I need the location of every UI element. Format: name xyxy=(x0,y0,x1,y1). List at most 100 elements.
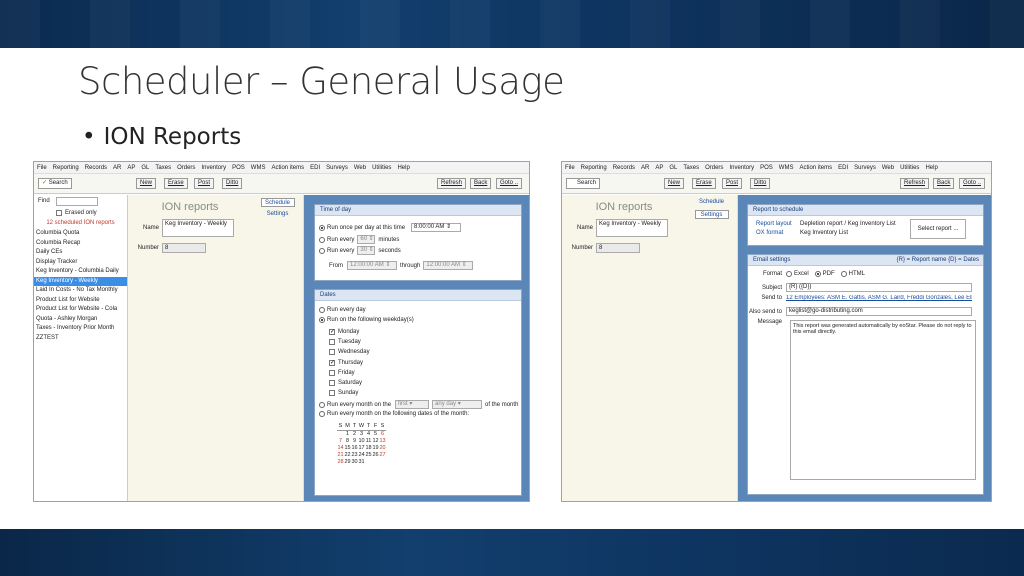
list-item[interactable]: Keg Inventory - Columbia Daily xyxy=(34,267,127,277)
message-textarea[interactable]: This report was generated automatically … xyxy=(790,320,976,480)
weekday-row[interactable]: Sunday xyxy=(329,388,370,398)
calendar-day[interactable]: 2 xyxy=(351,430,358,437)
refresh-button[interactable]: Refresh xyxy=(900,178,930,189)
back-button[interactable]: Back xyxy=(470,178,492,189)
also-send-to-field[interactable]: keglist@go-distributing.com xyxy=(786,307,972,316)
menu-item[interactable]: WMS xyxy=(251,165,266,171)
calendar-day[interactable]: 21 xyxy=(337,451,344,458)
calendar-day[interactable]: 17 xyxy=(358,444,365,451)
run-every-seconds-radio[interactable] xyxy=(319,247,325,254)
tab-schedule[interactable]: Schedule xyxy=(260,198,295,207)
calendar-day[interactable]: 26 xyxy=(372,451,379,458)
monthly-ordinal-select[interactable]: first ▾ xyxy=(395,400,430,409)
goto-button[interactable]: Goto .. xyxy=(959,178,986,189)
calendar-day[interactable]: 11 xyxy=(365,437,372,444)
menu-item[interactable]: GL xyxy=(141,165,149,171)
subject-field[interactable]: {R} ({D}) xyxy=(786,283,972,292)
list-item[interactable]: Display Tracker xyxy=(34,258,127,268)
run-every-minutes-radio[interactable] xyxy=(319,236,325,243)
menu-item[interactable]: Help xyxy=(925,165,937,171)
menu-item[interactable]: Surveys xyxy=(854,165,876,171)
send-to-link[interactable]: 12 Employees: ASM E. Gattis, ASM G. Lair… xyxy=(786,295,972,301)
erase-button[interactable]: Erase xyxy=(692,178,716,189)
calendar-day[interactable]: 30 xyxy=(351,458,358,465)
menu-item[interactable]: Orders xyxy=(705,165,723,171)
calendar-day[interactable]: 22 xyxy=(344,451,351,458)
calendar-day[interactable]: 6 xyxy=(379,430,386,437)
post-button[interactable]: Post xyxy=(722,178,743,189)
menu-item[interactable]: AR xyxy=(641,165,649,171)
menu-item[interactable]: GL xyxy=(669,165,677,171)
menu-item[interactable]: Taxes xyxy=(155,165,171,171)
select-report-button[interactable]: Select report ... xyxy=(910,219,966,239)
calendar-day[interactable]: 14 xyxy=(337,444,344,451)
list-item[interactable]: Laid In Costs - No Tax Monthly xyxy=(34,286,127,296)
calendar-day[interactable]: 31 xyxy=(358,458,365,465)
menu-item[interactable]: File xyxy=(565,165,575,171)
format-html-radio[interactable] xyxy=(840,271,847,277)
weekday-row[interactable]: Monday xyxy=(329,327,370,337)
search-button[interactable]: ✓ Search xyxy=(38,178,72,189)
list-item[interactable]: ZZTEST xyxy=(34,334,127,344)
calendar-day[interactable]: 19 xyxy=(372,444,379,451)
weekday-checkbox[interactable] xyxy=(329,380,335,387)
menu-item[interactable]: Taxes xyxy=(683,165,699,171)
from-time[interactable]: 12:00:00 AM ⇕ xyxy=(347,261,397,270)
menu-item[interactable]: Inventory xyxy=(201,165,226,171)
calendar-day[interactable]: 16 xyxy=(351,444,358,451)
list-item[interactable]: Product List for Website - Cola xyxy=(34,305,127,315)
calendar-day[interactable]: 29 xyxy=(344,458,351,465)
weekday-checkbox[interactable] xyxy=(329,339,335,346)
menu-item[interactable]: POS xyxy=(760,165,773,171)
erased-only-checkbox[interactable] xyxy=(56,209,62,216)
back-button[interactable]: Back xyxy=(933,178,955,189)
goto-button[interactable]: Goto .. xyxy=(496,178,523,189)
menu-item[interactable]: WMS xyxy=(779,165,794,171)
calendar-day[interactable]: 25 xyxy=(365,451,372,458)
new-button[interactable]: New xyxy=(664,178,685,189)
format-excel-radio[interactable] xyxy=(786,271,792,277)
refresh-button[interactable]: Refresh xyxy=(437,178,467,189)
run-dates-radio[interactable] xyxy=(319,411,325,417)
weekday-row[interactable]: Wednesday xyxy=(329,347,370,357)
calendar-day[interactable]: 1 xyxy=(344,430,351,437)
list-item[interactable]: Columbia Recap xyxy=(34,239,127,249)
calendar-day[interactable]: 28 xyxy=(337,458,344,465)
menu-item[interactable]: Records xyxy=(85,165,107,171)
menu-item[interactable]: EDI xyxy=(838,165,848,171)
run-every-day-radio[interactable] xyxy=(319,307,325,313)
search-button[interactable]: Search xyxy=(566,178,601,189)
menu-item[interactable]: Help xyxy=(397,165,409,171)
menu-item[interactable]: POS xyxy=(232,165,245,171)
tab-settings[interactable]: Settings xyxy=(261,210,295,219)
menu-item[interactable]: Utilities xyxy=(900,165,919,171)
calendar-day[interactable]: 12 xyxy=(372,437,379,444)
list-item[interactable]: Keg Inventory - Weekly xyxy=(34,276,127,286)
weekday-row[interactable]: Saturday xyxy=(329,378,370,388)
find-input[interactable] xyxy=(55,196,98,206)
list-item[interactable]: Product List for Website xyxy=(34,296,127,306)
calendar-day[interactable]: 4 xyxy=(365,430,372,437)
monthly-day-select[interactable]: any day ▾ xyxy=(432,400,483,409)
tab-settings[interactable]: Settings xyxy=(694,210,729,219)
weekday-row[interactable]: Tuesday xyxy=(329,337,370,347)
number-field[interactable]: 8 xyxy=(596,243,640,253)
menu-item[interactable]: AP xyxy=(655,165,663,171)
name-field[interactable]: Keg Inventory - Weekly xyxy=(596,219,668,237)
calendar-day[interactable]: 5 xyxy=(372,430,379,437)
menu-item[interactable]: Reporting xyxy=(53,165,79,171)
calendar-day[interactable]: 20 xyxy=(379,444,386,451)
calendar-day[interactable]: 18 xyxy=(365,444,372,451)
run-monthly-radio[interactable] xyxy=(319,401,325,408)
menu-item[interactable]: Web xyxy=(882,165,894,171)
weekday-checkbox[interactable] xyxy=(329,328,335,336)
menu-item[interactable]: Utilities xyxy=(372,165,391,171)
calendar-day[interactable]: 3 xyxy=(358,430,365,437)
calendar-day[interactable]: 9 xyxy=(351,437,358,444)
post-button[interactable]: Post xyxy=(194,178,215,189)
through-time[interactable]: 12:00:00 AM ⇕ xyxy=(423,261,474,270)
list-item[interactable]: Columbia Quota xyxy=(34,229,127,239)
menu-item[interactable]: AP xyxy=(127,165,135,171)
menu-item[interactable]: Action items xyxy=(271,165,304,171)
weekday-checkbox[interactable] xyxy=(329,369,335,376)
